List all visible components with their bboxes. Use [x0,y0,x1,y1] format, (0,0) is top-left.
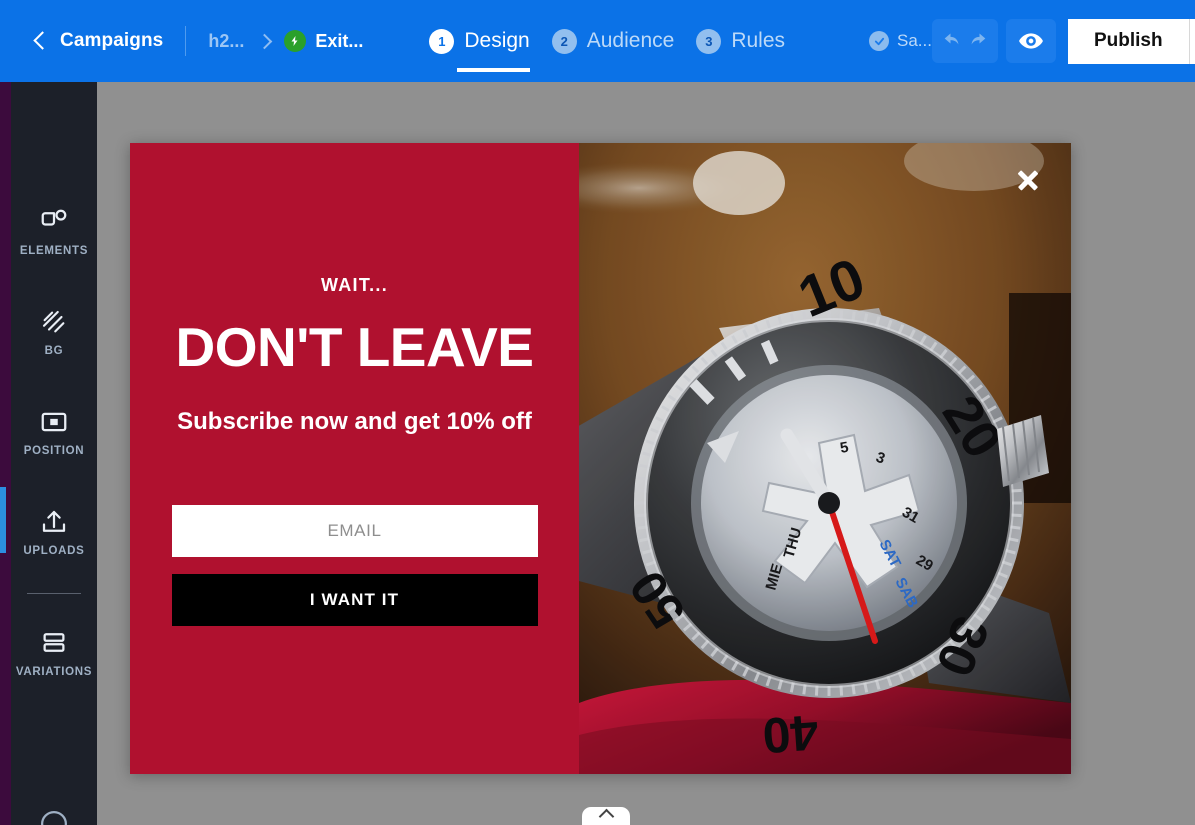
header-actions: Publish [931,18,1195,64]
background-panel-edge [0,76,11,825]
help-circle-icon [41,811,67,825]
step-label-design: Design [464,29,530,52]
publish-button[interactable]: Publish [1067,18,1190,64]
saved-label: Sa... [897,31,932,50]
popup-preview[interactable]: WAIT... DON'T LEAVE Subscribe now and ge… [130,143,1071,774]
breadcrumb-campaign[interactable]: Exit... [315,31,363,52]
design-canvas[interactable]: WAIT... DON'T LEAVE Subscribe now and ge… [97,82,1195,825]
step-label-rules: Rules [731,29,786,52]
upload-icon [39,504,69,540]
tab-audience[interactable]: 2 Audience [551,0,675,82]
publish-group: Publish [1067,18,1195,64]
header-divider [185,26,187,56]
campaigns-link[interactable]: Campaigns [60,30,163,52]
sidebar-divider [27,593,81,594]
sidebar-item-position[interactable]: POSITION [11,393,97,470]
help-button[interactable] [11,809,97,825]
step-label-audience: Audience [586,29,675,52]
close-x-icon[interactable] [1013,165,1043,195]
sidebar-item-uploads[interactable]: UPLOADS [0,487,97,570]
sidebar-item-variations[interactable]: VARIATIONS [11,614,97,691]
chevron-up-icon[interactable] [582,807,630,825]
popup-form: I WANT IT [130,505,579,626]
lightning-bolt-icon [284,30,307,52]
breadcrumb-site[interactable]: h2... [208,31,244,52]
popup-content-panel: WAIT... DON'T LEAVE Subscribe now and ge… [130,143,579,774]
sidebar-item-elements[interactable]: ELEMENTS [11,193,97,270]
tab-rules[interactable]: 3 Rules [696,0,785,82]
step-tabs: 1 Design 2 Audience 3 Rules [429,0,785,82]
bg-hatch-icon [39,304,69,340]
eye-icon [1019,33,1043,49]
popup-headline: DON'T LEAVE [175,316,534,378]
step-badge-3: 3 [696,28,722,54]
popup-subheadline: Subscribe now and get 10% off [177,408,532,435]
step-badge-1: 1 [429,28,455,54]
position-icon [39,404,69,440]
cta-button[interactable]: I WANT IT [171,574,538,626]
chevron-left-icon[interactable] [30,31,50,51]
tab-design[interactable]: 1 Design [429,0,531,82]
check-circle-icon [869,31,890,51]
popup-image-panel: 10 20 30 40 50 THU MIE SAT SAB 31 29 5 3 [579,143,1071,774]
breadcrumb: Campaigns h2... Exit... [0,0,363,82]
undo-arrow-icon [944,33,959,45]
left-sidebar: ELEMENTS BG POSITION UPLOADS VARIATIONS [0,76,97,825]
undo-redo-group [931,19,998,63]
step-badge-2: 2 [551,28,577,54]
variations-icon [39,625,69,661]
preview-button[interactable] [1005,19,1056,63]
sidebar-label-bg: BG [44,345,64,357]
sidebar-label-elements: ELEMENTS [19,245,89,257]
sidebar-label-variations: VARIATIONS [15,666,93,678]
redo-arrow-icon [971,33,986,45]
chevron-right-icon [256,33,272,49]
top-header: Campaigns h2... Exit... 1 Design 2 Audie… [0,0,1195,82]
sidebar-item-bg[interactable]: BG [11,293,97,370]
email-input[interactable] [171,505,538,557]
chevron-down-icon[interactable] [1189,18,1195,64]
sidebar-label-position: POSITION [23,445,85,457]
wristwatch-photo: 10 20 30 40 50 THU MIE SAT SAB 31 29 5 3 [579,143,1071,774]
popup-eyebrow: WAIT... [320,275,389,295]
elements-icon [39,204,69,240]
sidebar-label-uploads: UPLOADS [23,545,85,557]
saved-status: Sa... [869,31,932,51]
